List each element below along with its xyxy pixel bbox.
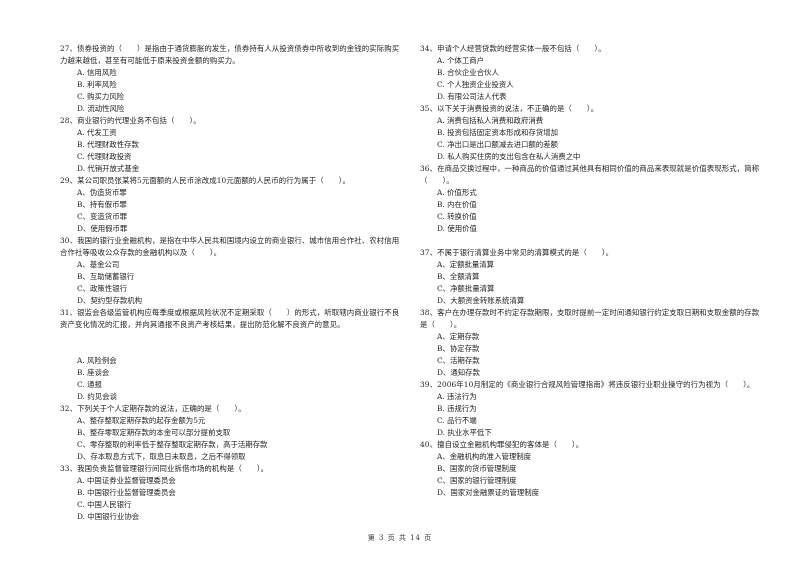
option-b: B、互助储蓄银行	[77, 272, 135, 281]
option-a: A、定额批量清算	[437, 260, 495, 269]
question-stem: 28、商业银行的代理业务不包括（ ）。	[60, 116, 201, 125]
option-a: A、伪造货币罪	[77, 188, 127, 197]
question-stem: 31、银监会各级监管机构应每季度或根据风险状况不定期采取（ ）的形式，听取辖内商…	[60, 308, 400, 329]
question-40: 40、擅自设立金融机构罪侵犯的客体是（ ）。 A、金融机构的准入管理制度 B、国…	[420, 439, 765, 499]
option-b: B. 座谈会	[77, 368, 110, 377]
option-b: B. 中国银行业监督管理委员会	[77, 488, 176, 497]
question-32: 32、下列关于个人定期存款的说法，正确的是（ ）。 A、整存整取定期存款的起存金…	[60, 403, 405, 463]
left-column: 27、债券投资的（ ）是指由于通货膨胀的发生，债券持有人从投资债券中所收到的金钱…	[60, 43, 405, 523]
right-column: 34、申请个人经营贷款的经营实体一般不包括（ ）。 A. 个体工商户 B. 合伙…	[420, 43, 765, 499]
question-stem: 29、某公司职员张某将5元面额的人民币涂改成10元面额的人民币的行为属于（ ）。	[60, 176, 350, 185]
question-stem: 40、擅自设立金融机构罪侵犯的客体是（ ）。	[420, 440, 584, 449]
option-d: D、大额资金转账系统清算	[437, 296, 525, 305]
option-b: B. 违规行为	[437, 404, 477, 413]
option-d: D. 有限公司法人代表	[437, 92, 507, 101]
question-34: 34、申请个人经营贷款的经营实体一般不包括（ ）。 A. 个体工商户 B. 合伙…	[420, 43, 765, 103]
option-a: A. 中国证券业监督管理委员会	[77, 476, 176, 485]
option-d: D. 中国银行业协会	[77, 512, 140, 521]
question-30: 30、我国的银行业金融机构，是指在中华人民共和国境内设立的商业银行、城市信用合作…	[60, 235, 405, 307]
option-a: A. 风险例会	[77, 356, 117, 365]
option-b: B. 合伙企业合伙人	[437, 68, 499, 77]
question-stem: 39、2006年10月制定的《商业银行合规风险管理指南》将违反银行业职业操守的行…	[420, 380, 755, 389]
option-b: B、国家的货币管理制度	[437, 464, 517, 473]
option-b: B. 投资包括固定资本形成和存货增加	[437, 128, 558, 137]
option-c: C、活期存款	[437, 356, 480, 365]
option-a: A、定期存款	[437, 332, 480, 341]
option-d: D. 私人购买住房的支出包含在私人消费之中	[437, 152, 581, 161]
option-d: D. 代销开放式基金	[77, 164, 140, 173]
option-c: C. 通报	[77, 380, 102, 389]
option-b: B、整存零取定期存款的本金可以部分提前支取	[77, 428, 231, 437]
option-a: A、金融机构的准入管理制度	[437, 452, 532, 461]
option-a: A、基金公司	[77, 260, 120, 269]
option-c: C、净额批量清算	[437, 284, 495, 293]
option-a: A. 代发工资	[77, 128, 117, 137]
question-33: 33、我国负责监督管理银行间同业拆借市场的机构是（ ）。 A. 中国证券业监督管…	[60, 463, 405, 523]
option-d: D. 流动性风险	[77, 104, 125, 113]
question-39: 39、2006年10月制定的《商业银行合规风险管理指南》将违反银行业职业操守的行…	[420, 379, 765, 439]
option-b: B. 利率风险	[77, 80, 117, 89]
option-c: C. 品行不端	[437, 416, 477, 425]
option-d: D. 使用价值	[437, 224, 477, 233]
question-27: 27、债券投资的（ ）是指由于通货膨胀的发生，债券持有人从投资债券中所收到的金钱…	[60, 43, 405, 115]
option-b: B. 内在价值	[437, 200, 477, 209]
question-36: 36、在商品交换过程中，一种商品的价值通过其他具有相同价值的商品来表现就是价值表…	[420, 163, 765, 247]
question-28: 28、商业银行的代理业务不包括（ ）。 A. 代发工资 B. 代理财政性存款 C…	[60, 115, 405, 175]
option-c: C. 购买力风险	[77, 92, 125, 101]
question-stem: 37、不属于银行清算业务中常见的清算模式的是（ ）。	[420, 248, 614, 257]
option-a: A. 信用风险	[77, 68, 117, 77]
option-d: D、使用假币罪	[77, 224, 128, 233]
option-d: D. 执业水平低下	[437, 428, 492, 437]
option-c: C. 代理财政投资	[77, 152, 132, 161]
option-a: A. 消费包括私人消费和政府消费	[437, 116, 544, 125]
option-d: D、国家对金融票证的管理制度	[437, 488, 540, 497]
option-d: D、通知存款	[437, 368, 480, 377]
option-c: C. 中国人民银行	[77, 500, 132, 509]
option-b: B、全额清算	[437, 272, 480, 281]
option-a: A. 违法行为	[437, 392, 477, 401]
question-stem: 36、在商品交换过程中，一种商品的价值通过其他具有相同价值的商品来表现就是价值表…	[420, 164, 760, 185]
question-stem: 30、我国的银行业金融机构，是指在中华人民共和国境内设立的商业银行、城市信用合作…	[60, 236, 400, 257]
question-35: 35、以下关于消费投资的说法，不正确的是（ ）。 A. 消费包括私人消费和政府消…	[420, 103, 765, 163]
question-stem: 35、以下关于消费投资的说法，不正确的是（ ）。	[420, 104, 599, 113]
option-c: C、变造货币罪	[77, 212, 127, 221]
option-b: B、协定存款	[437, 344, 480, 353]
question-29: 29、某公司职员张某将5元面额的人民币涂改成10元面额的人民币的行为属于（ ）。…	[60, 175, 405, 235]
option-a: A. 价值形式	[437, 188, 477, 197]
option-a: A. 个体工商户	[437, 56, 484, 65]
question-stem: 33、我国负责监督管理银行间同业拆借市场的机构是（ ）。	[60, 464, 269, 473]
option-c: C. 转换价值	[437, 212, 477, 221]
option-b: B、持有假币罪	[77, 200, 127, 209]
question-38: 38、客户在办理存款时不约定存款期限，支取时提前一定时间通知银行约定支取日期和支…	[420, 307, 765, 379]
question-stem: 38、客户在办理存款时不约定存款期限，支取时提前一定时间通知银行约定支取日期和支…	[420, 308, 760, 329]
question-stem: 34、申请个人经营贷款的经营实体一般不包括（ ）。	[420, 44, 606, 53]
option-a: A、整存整取定期存款的起存金额为5元	[77, 416, 206, 425]
question-37: 37、不属于银行清算业务中常见的清算模式的是（ ）。 A、定额批量清算 B、全额…	[420, 247, 765, 307]
option-c: C. 个人独资企业投资人	[437, 80, 514, 89]
page-number-footer: 第 3 页 共 14 页	[367, 534, 433, 542]
question-31: 31、银监会各级监管机构应每季度或根据风险状况不定期采取（ ）的形式，听取辖内商…	[60, 307, 405, 403]
option-d: D. 约见会谈	[77, 392, 117, 401]
option-c: C、零存整取的利率低于整存整取定期存款，高于活期存款	[77, 440, 268, 449]
option-c: C、政策性银行	[77, 284, 127, 293]
option-b: B. 代理财政性存款	[77, 140, 139, 149]
question-stem: 27、债券投资的（ ）是指由于通货膨胀的发生，债券持有人从投资债券中所收到的金钱…	[60, 44, 400, 65]
option-d: D、存本取息方式下，取息日未取息，之后不得领取	[77, 452, 246, 461]
option-c: C、国家的银行管理制度	[437, 476, 517, 485]
option-c: C. 净出口是出口额减去进口额的差额	[437, 140, 558, 149]
option-d: D、契约型存款机构	[77, 296, 143, 305]
question-stem: 32、下列关于个人定期存款的说法，正确的是（ ）。	[60, 404, 246, 413]
